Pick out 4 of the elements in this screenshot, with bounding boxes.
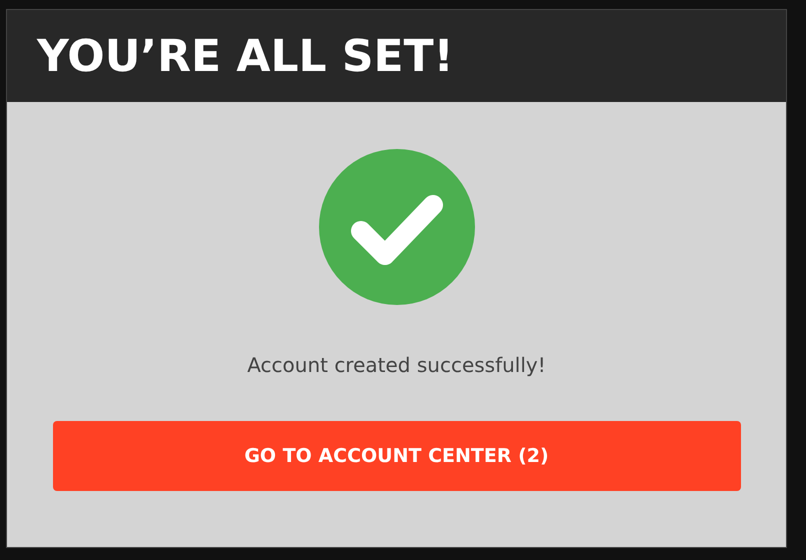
dialog-title: YOU’RE ALL SET!	[37, 30, 454, 82]
account-center-button[interactable]: GO TO ACCOUNT CENTER (2)	[52, 421, 740, 491]
success-message: Account created successfully!	[247, 353, 546, 377]
success-check-icon	[318, 149, 474, 305]
